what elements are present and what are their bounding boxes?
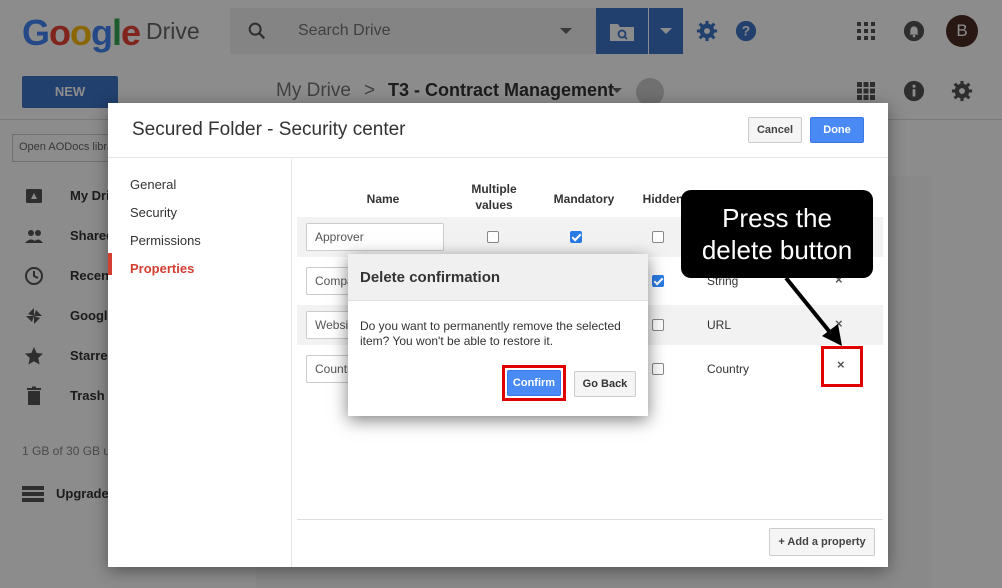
confirm-message: Do you want to permanently remove the se…	[360, 319, 621, 348]
go-back-button[interactable]: Go Back	[574, 371, 636, 397]
delete-highlight: ×	[821, 346, 863, 387]
confirm-header: Delete confirmation	[348, 254, 648, 301]
done-button[interactable]: Done	[810, 117, 864, 143]
dialog-header: Secured Folder - Security center Cancel …	[108, 103, 888, 158]
callout-line-2: delete button	[701, 235, 853, 265]
delete-confirmation-dialog: Delete confirmation Do you want to perma…	[348, 254, 648, 416]
hidden-checkbox[interactable]	[652, 363, 664, 375]
dialog-side-menu: General Security Permissions Properties	[108, 159, 292, 567]
confirm-highlight: Confirm	[502, 365, 566, 401]
active-indicator	[108, 253, 112, 275]
property-type: URL	[707, 318, 732, 332]
delete-property-button[interactable]: ×	[837, 357, 845, 372]
header-multiple-values: Multiple values	[471, 182, 517, 212]
delete-property-button[interactable]: ×	[835, 316, 843, 331]
add-property-button[interactable]: + Add a property	[769, 528, 875, 556]
header-name: Name	[366, 192, 400, 206]
hidden-checkbox[interactable]	[652, 231, 664, 243]
menu-general[interactable]: General	[130, 177, 176, 192]
header-mandatory: Mandatory	[553, 192, 615, 206]
confirm-button[interactable]: Confirm	[507, 370, 561, 396]
menu-security[interactable]: Security	[130, 205, 177, 220]
property-type: Country	[707, 362, 750, 376]
menu-properties[interactable]: Properties	[130, 261, 194, 276]
property-name-input[interactable]: Approver	[306, 223, 444, 251]
hidden-checkbox[interactable]	[652, 275, 664, 287]
cancel-button[interactable]: Cancel	[748, 117, 802, 143]
panel-divider	[297, 519, 883, 520]
multiple-values-checkbox[interactable]	[487, 231, 499, 243]
tutorial-callout: Press the delete button	[681, 190, 873, 278]
callout-line-1: Press the	[722, 203, 832, 233]
mandatory-checkbox[interactable]	[570, 231, 582, 243]
confirm-title: Delete confirmation	[360, 269, 501, 286]
dialog-title: Secured Folder - Security center	[132, 119, 406, 140]
hidden-checkbox[interactable]	[652, 319, 664, 331]
menu-permissions[interactable]: Permissions	[130, 233, 201, 248]
